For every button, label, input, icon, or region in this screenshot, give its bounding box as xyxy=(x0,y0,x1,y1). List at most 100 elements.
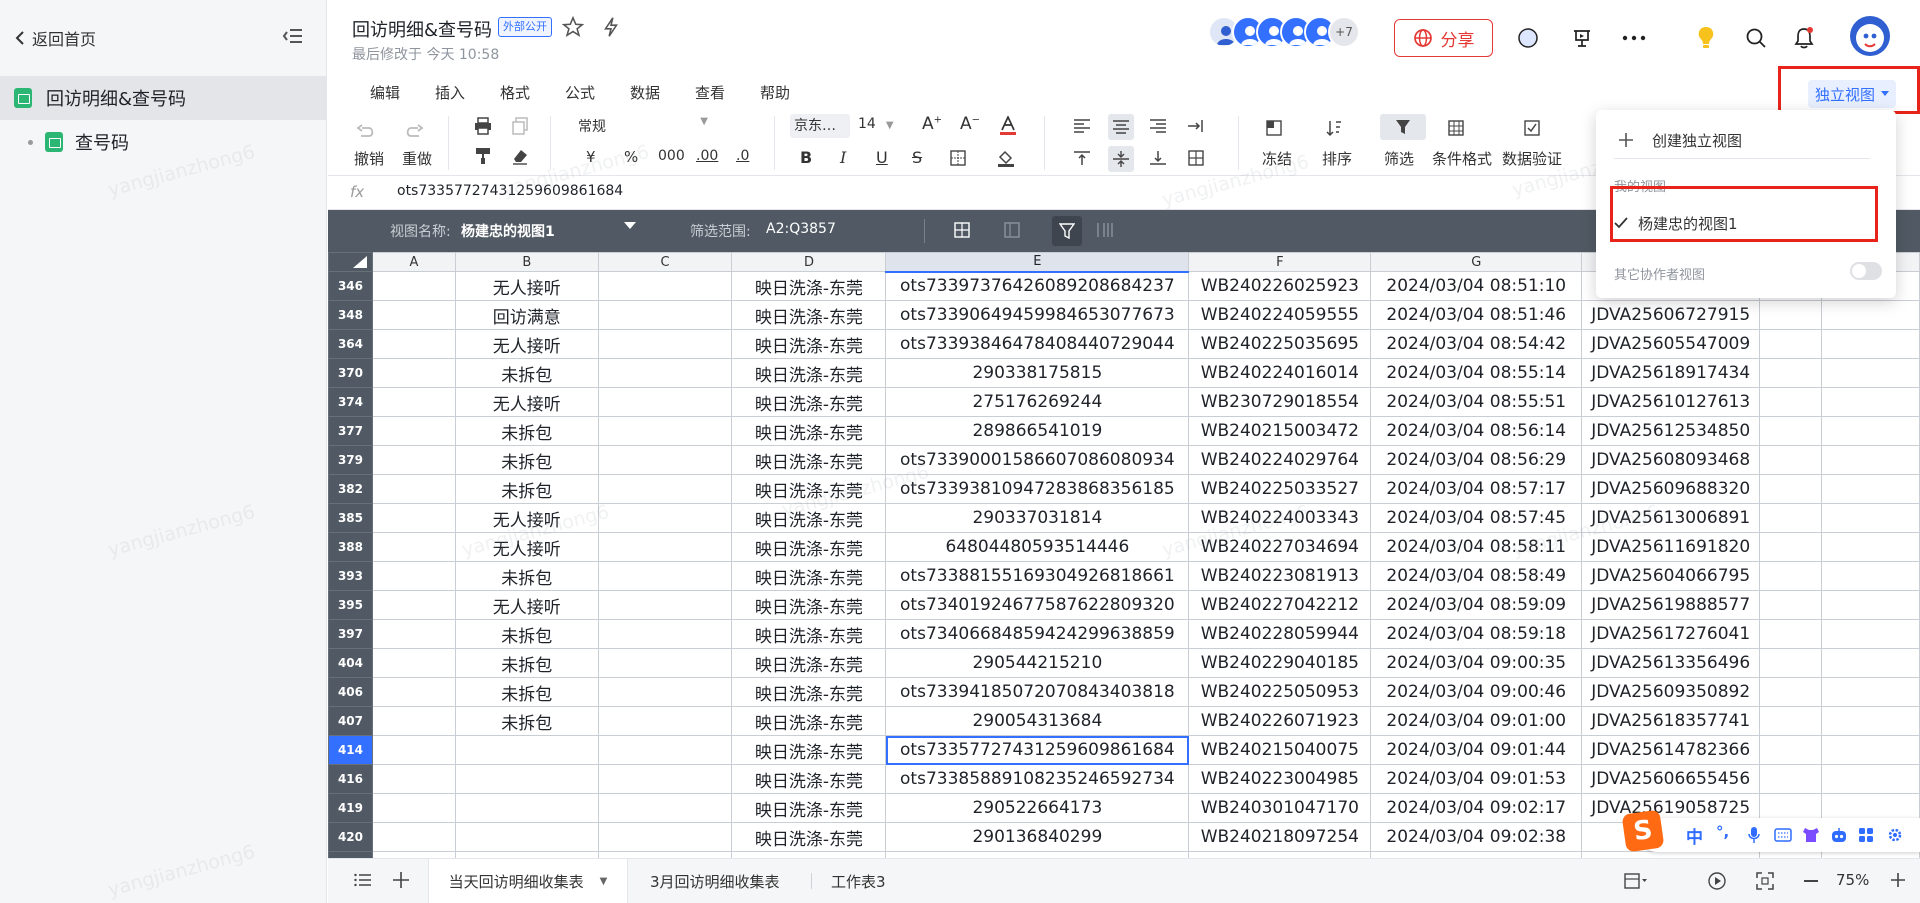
star-icon[interactable] xyxy=(562,16,584,38)
cell-e[interactable]: 64804480593514446 xyxy=(885,532,1190,562)
cell-c[interactable] xyxy=(597,329,733,359)
filter-icon[interactable] xyxy=(1380,114,1426,140)
add-sheet-icon[interactable] xyxy=(392,871,410,889)
cell-h[interactable]: JDVA25609350892 xyxy=(1581,677,1761,707)
view-name-value[interactable]: 杨建忠的视图1 xyxy=(461,221,555,241)
filter-range-value[interactable]: A2:Q3857 xyxy=(766,221,836,237)
cell-b[interactable]: 未拆包 xyxy=(454,561,599,591)
cell-empty[interactable] xyxy=(1821,358,1920,388)
cell-e[interactable]: 290544215210 xyxy=(885,648,1190,678)
create-view-item[interactable]: 创建独立视图 xyxy=(1618,126,1878,154)
cell-f[interactable]: WB240225050953 xyxy=(1188,677,1372,707)
font-family-select[interactable]: 京东… xyxy=(790,114,850,138)
align-center-icon[interactable] xyxy=(1108,114,1134,140)
cell-b[interactable]: 无人接听 xyxy=(454,590,599,620)
cell-empty[interactable] xyxy=(1821,648,1920,678)
cell-empty[interactable] xyxy=(1759,532,1823,562)
row-header[interactable]: 374 xyxy=(328,387,373,417)
cell-f[interactable]: WB240226025923 xyxy=(1188,271,1372,301)
cell-b[interactable] xyxy=(454,764,599,794)
indent-icon[interactable] xyxy=(1186,116,1206,136)
cell-e[interactable]: 290337031814 xyxy=(885,503,1190,533)
row-header[interactable]: 420 xyxy=(328,822,373,852)
cell-empty[interactable] xyxy=(1821,561,1920,591)
columns-view-icon[interactable] xyxy=(1004,222,1020,238)
cell-f[interactable]: WB240223081913 xyxy=(1188,561,1372,591)
cell-f[interactable]: WB240226071923 xyxy=(1188,706,1372,736)
cell-e[interactable]: ots7335772743125960986168​4 xyxy=(885,735,1190,765)
cell-f[interactable]: WB240224029764 xyxy=(1188,445,1372,475)
row-header[interactable]: 382 xyxy=(328,474,373,504)
cell-empty[interactable] xyxy=(1759,358,1823,388)
cell-h[interactable]: JDVA25614782366 xyxy=(1581,735,1761,765)
presentation-icon[interactable] xyxy=(1568,24,1596,52)
row-header[interactable]: 419 xyxy=(328,793,373,823)
cell-f[interactable]: WB240227034694 xyxy=(1188,532,1372,562)
cell-c[interactable] xyxy=(597,735,733,765)
cell-f[interactable]: WB240224059555 xyxy=(1188,300,1372,330)
cell-e[interactable]: ots7338815516930492681866​1 xyxy=(885,561,1190,591)
cell-empty[interactable] xyxy=(1759,648,1823,678)
strikethrough-button[interactable]: S xyxy=(912,148,922,167)
cell-b[interactable]: 未拆包 xyxy=(454,648,599,678)
cell-c[interactable] xyxy=(597,474,733,504)
cell-c[interactable] xyxy=(597,822,733,852)
cell-h[interactable]: JDVA25608093468 xyxy=(1581,445,1761,475)
cell-h[interactable]: JDVA25619888577 xyxy=(1581,590,1761,620)
cell-e[interactable]: ots7339381094728386835618​5 xyxy=(885,474,1190,504)
cell-a[interactable] xyxy=(371,271,456,301)
cell-g[interactable]: 2024/03/04 09:00:46 xyxy=(1370,677,1583,707)
cell-e[interactable]: 290136840299 xyxy=(885,822,1190,852)
cell-h[interactable]: JDVA25617276041 xyxy=(1581,619,1761,649)
cell-e[interactable]: 289866541019 xyxy=(885,416,1190,446)
cell-d[interactable]: 映日洗涤-东莞 xyxy=(731,822,887,852)
cell-a[interactable] xyxy=(371,677,456,707)
cell-d[interactable]: 映日洗涤-东莞 xyxy=(731,706,887,736)
sort-label[interactable]: 排序 xyxy=(1322,148,1352,169)
cell-c[interactable] xyxy=(597,416,733,446)
cell-e[interactable]: ots7339000158660708608093​4 xyxy=(885,445,1190,475)
font-color-icon[interactable] xyxy=(998,116,1018,136)
cell-a[interactable] xyxy=(371,561,456,591)
copy-format-icon[interactable] xyxy=(510,116,530,136)
cell-f[interactable]: WB240227042212 xyxy=(1188,590,1372,620)
font-increase-button[interactable]: A+ xyxy=(922,114,942,134)
cell-g[interactable]: 2024/03/04 09:01:44 xyxy=(1370,735,1583,765)
cell-empty[interactable] xyxy=(1821,329,1920,359)
align-top-icon[interactable] xyxy=(1072,148,1092,168)
cell-a[interactable] xyxy=(371,474,456,504)
cell-d[interactable]: 映日洗涤-东莞 xyxy=(731,532,887,562)
cell-e[interactable]: ots7339064945998465307767​3 xyxy=(885,300,1190,330)
robot-icon[interactable] xyxy=(1830,827,1848,843)
menu-help[interactable]: 帮助 xyxy=(760,82,790,103)
data-validation-icon[interactable] xyxy=(1522,118,1542,138)
cell-d[interactable]: 映日洗涤-东莞 xyxy=(731,677,887,707)
cell-f[interactable]: WB230729018554 xyxy=(1188,387,1372,417)
cell-e[interactable]: 275176269244 xyxy=(885,387,1190,417)
cell-f[interactable]: WB240228059944 xyxy=(1188,619,1372,649)
conditional-format-icon[interactable] xyxy=(1446,118,1466,138)
cell-b[interactable]: 无人接听 xyxy=(454,271,599,301)
data-validation-label[interactable]: 数据验证 xyxy=(1502,148,1562,169)
ime-toolbar[interactable]: S 中 °, xyxy=(1621,809,1920,853)
row-header[interactable]: 414 xyxy=(328,735,373,765)
cell-b[interactable] xyxy=(454,735,599,765)
cell-a[interactable] xyxy=(371,358,456,388)
increase-decimal-button[interactable]: .00 xyxy=(696,148,718,164)
cell-e[interactable]: ots7339418507207084340381​8 xyxy=(885,677,1190,707)
sidebar-item-main-sheet[interactable]: 回访明细&查号码 xyxy=(0,76,327,120)
fullscreen-icon[interactable] xyxy=(1756,872,1774,890)
cell-c[interactable] xyxy=(597,300,733,330)
menu-data[interactable]: 数据 xyxy=(630,82,660,103)
freeze-label[interactable]: 冻结 xyxy=(1262,148,1292,169)
column-header-g[interactable]: G xyxy=(1370,252,1583,272)
undo-label[interactable]: 撤销 xyxy=(354,148,384,169)
sheet-list-icon[interactable] xyxy=(354,873,372,887)
cell-d[interactable]: 映日洗涤-东莞 xyxy=(731,561,887,591)
grid-view-icon[interactable] xyxy=(954,222,970,238)
cell-f[interactable]: WB240229040185 xyxy=(1188,648,1372,678)
percent-button[interactable]: % xyxy=(624,148,638,166)
cell-g[interactable]: 2024/03/04 08:54:42 xyxy=(1370,329,1583,359)
search-icon[interactable] xyxy=(1742,24,1770,52)
cell-b[interactable]: 未拆包 xyxy=(454,416,599,446)
